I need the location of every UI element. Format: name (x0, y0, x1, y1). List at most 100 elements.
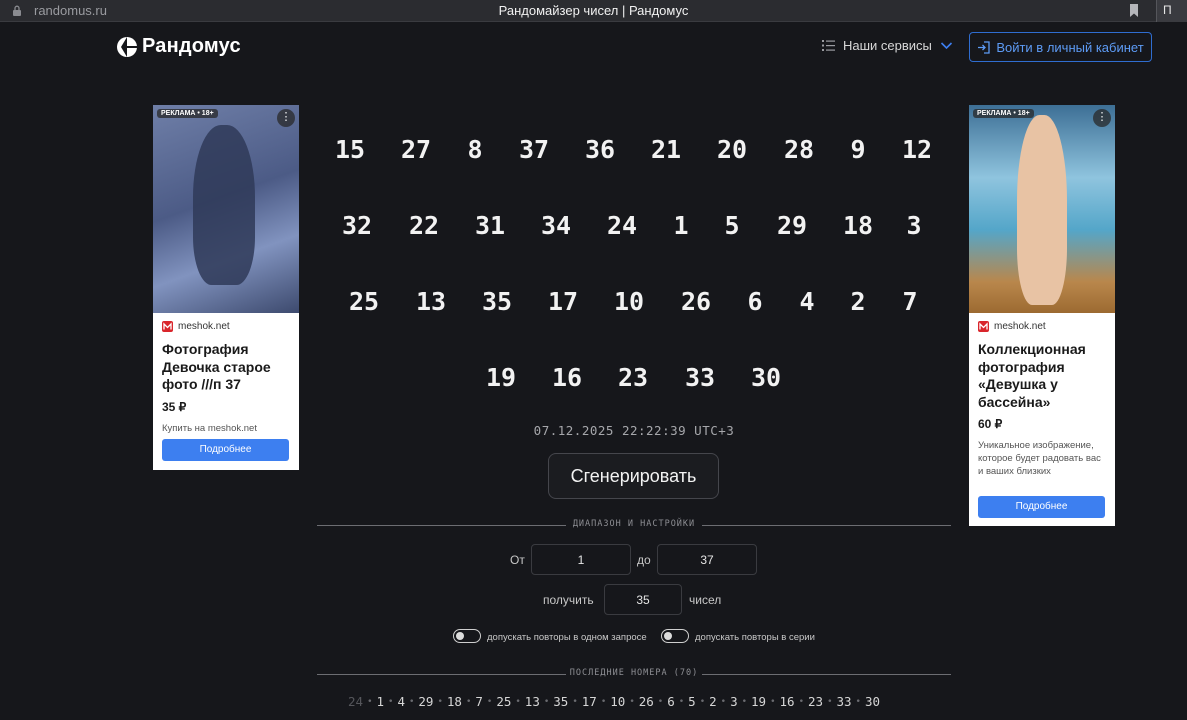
login-label: Войти в личный кабинет (996, 39, 1144, 55)
history-separator-dot: • (855, 696, 861, 707)
result-number: 21 (650, 135, 682, 164)
toggle-knob (456, 632, 464, 640)
history-item: 10 (610, 694, 626, 709)
history-separator-dot: • (798, 696, 804, 707)
result-number: 10 (613, 287, 645, 316)
history-separator-dot: • (515, 696, 521, 707)
repeat-in-series-label: допускать повторы в серии (695, 632, 815, 643)
ad-description: Уникальное изображение, которое будет ра… (978, 440, 1101, 477)
history-item: 16 (779, 694, 795, 709)
extension-tab[interactable]: П (1156, 0, 1187, 22)
ad-image[interactable]: РЕКЛАМА • 18+ ⋮ (969, 105, 1115, 313)
history-separator-dot: • (600, 696, 607, 707)
history-item: 1 (376, 694, 385, 709)
list-icon (822, 40, 835, 51)
result-number: 3 (906, 211, 922, 240)
logo-text: Рандомус (142, 35, 241, 57)
history-item: 19 (751, 694, 767, 709)
result-number: 12 (901, 135, 933, 164)
history-item: 24 (348, 694, 364, 709)
ad-title[interactable]: Коллекционная фотография «Девушка у басс… (978, 341, 1106, 411)
result-number: 4 (799, 287, 815, 316)
history-separator-dot: • (720, 696, 727, 707)
result-number: 34 (540, 211, 572, 240)
result-number: 31 (474, 211, 506, 240)
range-to-input[interactable] (657, 544, 757, 575)
services-label: Наши сервисы (843, 38, 932, 53)
history-item: 2 (709, 694, 717, 709)
history-list: 24 • 1 • 4 • 29 • 18 • 7 • 25 • 13 • 35 • 17 • 10 • 26 • 6 • 5 • 2 • 3… (348, 694, 880, 709)
more-options-icon[interactable]: ⋮ (1093, 109, 1111, 127)
result-number: 1 (673, 211, 689, 240)
repeat-in-request-label: допускать повторы в одном запросе (487, 632, 647, 643)
ad-photo-figure (1017, 115, 1067, 305)
result-number: 16 (551, 363, 583, 392)
history-item: 29 (418, 694, 434, 709)
ad-title[interactable]: Фотография Девочка старое фото ///п 37 (162, 341, 290, 394)
count-input[interactable] (604, 584, 682, 615)
ad-source-label: meshok.net (994, 321, 1046, 332)
services-menu[interactable]: Наши сервисы (822, 38, 953, 53)
history-item: 30 (864, 694, 881, 709)
history-item: 18 (446, 694, 462, 709)
toggle-knob (664, 632, 672, 640)
repeat-in-series-toggle[interactable] (661, 629, 689, 643)
history-separator-dot: • (741, 696, 748, 707)
more-options-icon[interactable]: ⋮ (277, 109, 295, 127)
ad-price: 60 ₽ (978, 417, 1003, 431)
result-datetime: 07.12.2025 22:22:39 UTC+3 (533, 423, 735, 438)
history-item: 25 (496, 694, 512, 709)
ad-source-label: meshok.net (178, 321, 230, 332)
range-from-input[interactable] (531, 544, 631, 575)
ad-more-button[interactable]: Подробнее (978, 496, 1105, 518)
result-number: 29 (776, 211, 808, 240)
browser-bar: randomus.ru Рандомайзер чисел | Рандомус… (0, 0, 1187, 22)
login-button[interactable]: Войти в личный кабинет (969, 32, 1152, 62)
site-logo[interactable]: Рандомус (116, 35, 241, 58)
ad-image[interactable]: РЕКЛАМА • 18+ ⋮ (153, 105, 299, 313)
ad-left[interactable]: РЕКЛАМА • 18+ ⋮ meshok.net Фотография Де… (153, 105, 299, 470)
count-suffix-label: чисел (689, 593, 722, 607)
get-label: получить (543, 593, 594, 607)
login-icon (978, 40, 990, 54)
ad-badge: РЕКЛАМА • 18+ (157, 109, 218, 118)
history-item: 35 (553, 694, 569, 709)
result-number: 18 (842, 211, 874, 240)
from-label: От (510, 553, 525, 567)
history-item: 7 (475, 694, 483, 709)
history-separator-dot: • (388, 696, 394, 707)
result-number: 36 (584, 135, 616, 164)
result-number: 15 (334, 135, 366, 164)
history-divider: ПОСЛЕДНИЕ НОМЕРА (70) (317, 668, 951, 680)
generate-button[interactable]: Сгенерировать (548, 453, 719, 499)
result-number: 19 (485, 363, 517, 392)
result-number: 23 (617, 363, 649, 392)
result-number: 2 (850, 287, 866, 316)
result-number: 6 (747, 287, 763, 316)
repeat-in-request-toggle[interactable] (453, 629, 481, 643)
history-separator-dot: • (699, 696, 706, 707)
to-label: до (637, 553, 651, 567)
history-item: 5 (688, 694, 696, 709)
ad-description: Купить на meshok.net (162, 422, 257, 434)
ad-right[interactable]: РЕКЛАМА • 18+ ⋮ meshok.net Коллекционная… (969, 105, 1115, 526)
result-number: 28 (783, 135, 815, 164)
settings-divider: ДИАПАЗОН И НАСТРОЙКИ (317, 519, 951, 531)
result-number: 17 (547, 287, 579, 316)
ad-price: 35 ₽ (162, 399, 187, 414)
result-number: 32 (341, 211, 373, 240)
meshok-logo-icon (978, 321, 989, 332)
meshok-logo-icon (162, 321, 173, 332)
logo-mark-icon (117, 36, 137, 57)
history-separator-dot: • (827, 696, 833, 707)
history-separator-dot: • (367, 696, 373, 707)
extension-label: П (1163, 3, 1172, 17)
ad-more-button[interactable]: Подробнее (162, 439, 289, 461)
bookmark-icon[interactable] (1129, 4, 1139, 17)
history-separator-dot: • (486, 696, 493, 707)
result-number: 37 (518, 135, 550, 164)
result-number: 13 (415, 287, 447, 316)
result-number: 33 (684, 363, 716, 392)
page-tab-title: Рандомайзер чисел | Рандомус (498, 3, 689, 18)
history-item: 17 (581, 694, 597, 709)
